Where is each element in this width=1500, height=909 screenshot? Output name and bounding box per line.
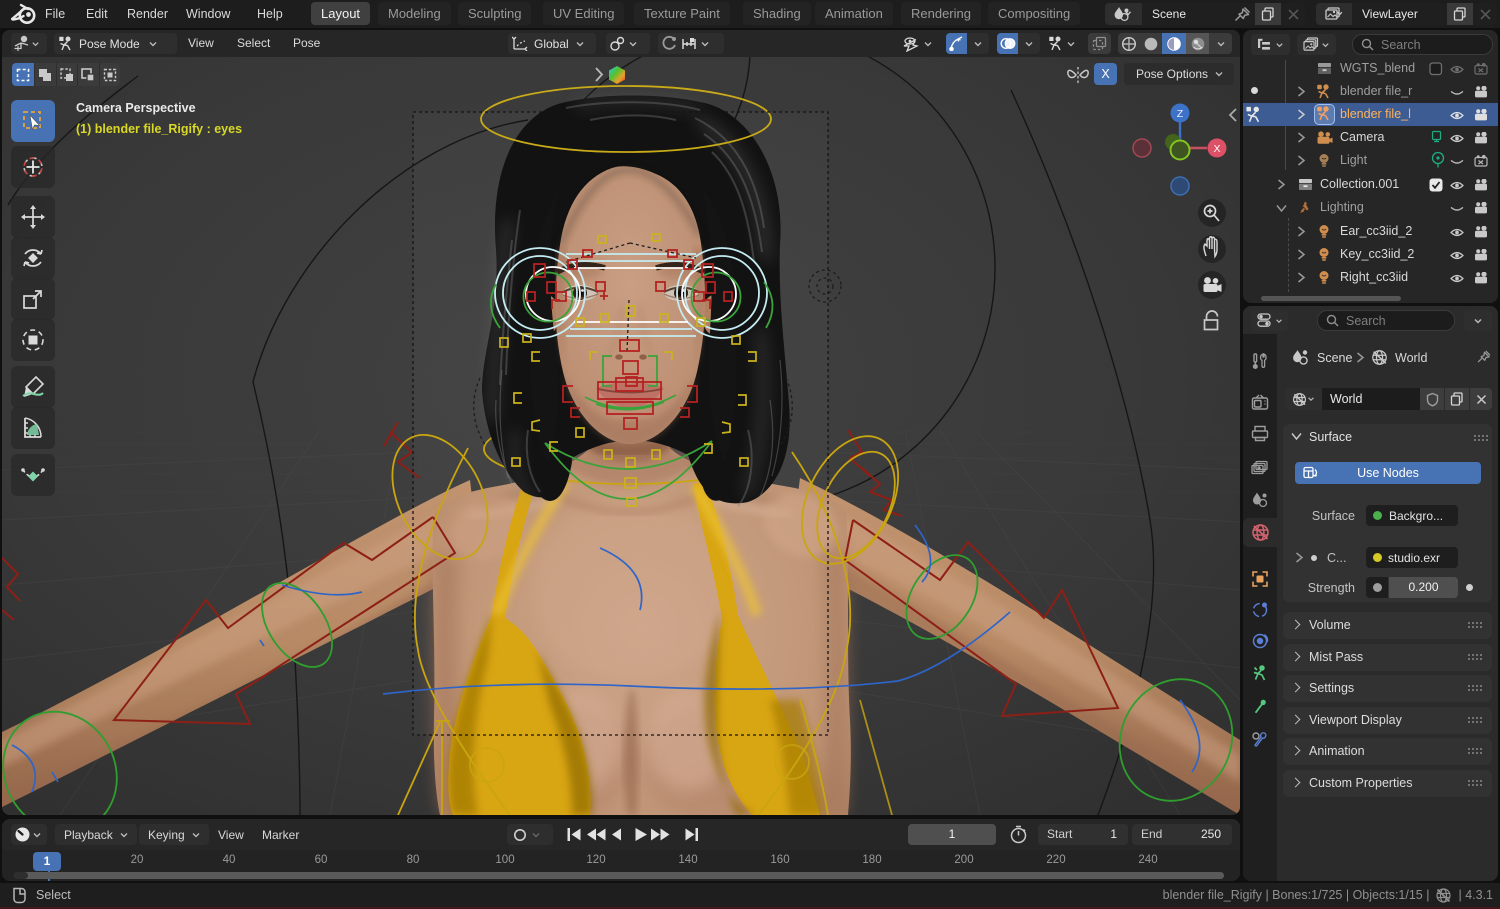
- svg-text:X: X: [1213, 143, 1220, 155]
- svg-text:Z: Z: [1177, 108, 1184, 120]
